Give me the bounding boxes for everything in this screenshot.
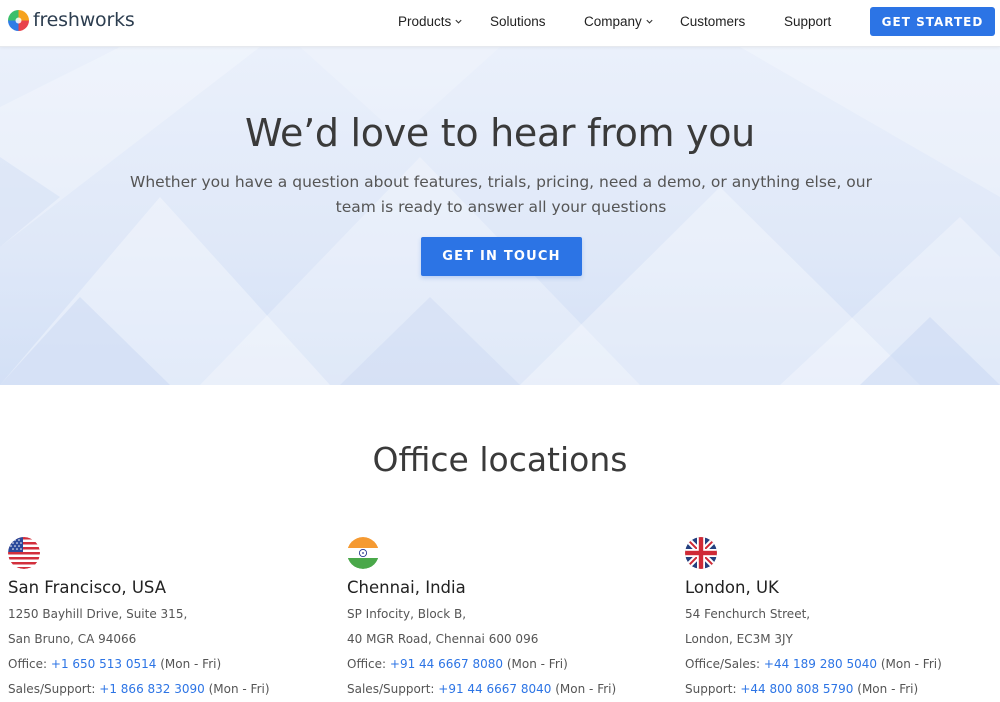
office-address-line1: 54 Fenchurch Street,: [685, 607, 811, 621]
freshworks-logo-icon: [8, 9, 29, 31]
nav-customers[interactable]: Customers: [680, 14, 745, 29]
logo-text: freshworks: [33, 9, 135, 31]
nav-company[interactable]: Company: [584, 14, 654, 29]
support-phone-line: Support: +44 800 808 5790 (Mon - Fri): [685, 678, 1000, 700]
support-phone-line: Sales/Support: +91 44 6667 8040 (Mon - F…: [347, 678, 667, 700]
nav-customers-label: Customers: [680, 14, 746, 29]
nav-support[interactable]: Support: [784, 14, 831, 29]
chevron-down-icon: [646, 19, 653, 24]
office-address-line2: San Bruno, CA 94066: [8, 632, 137, 646]
phone-hours: (Mon - Fri): [880, 657, 942, 671]
freshworks-logo[interactable]: freshworks: [8, 9, 135, 31]
nav-support-label: Support: [784, 14, 832, 29]
phone-label: Office:: [347, 657, 387, 671]
phone-label: Office:: [8, 657, 48, 671]
nav-company-label: Company: [584, 14, 642, 29]
support-phone-line: Sales/Support: +1 866 832 3090 (Mon - Fr…: [8, 678, 328, 700]
office-phone-link[interactable]: +44 189 280 5040: [764, 657, 877, 671]
office-phone-link[interactable]: +91 44 6667 8080: [390, 657, 503, 671]
phone-hours: (Mon - Fri): [555, 682, 617, 696]
chevron-down-icon: [455, 19, 462, 24]
office-address-line1: SP Infocity, Block B,: [347, 607, 467, 621]
office-phone-line: Office/Sales: +44 189 280 5040 (Mon - Fr…: [685, 653, 1000, 675]
phone-label: Office/Sales:: [685, 657, 761, 671]
office-card-london: London, UK 54 Fenchurch Street, London, …: [685, 537, 1000, 700]
phone-label: Sales/Support:: [347, 682, 435, 696]
site-header: freshworks Products Solutions Company Cu…: [0, 0, 1000, 47]
office-phone-link[interactable]: +1 650 513 0514: [51, 657, 156, 671]
nav-solutions-label: Solutions: [490, 14, 546, 29]
support-phone-link[interactable]: +44 800 808 5790: [740, 682, 853, 696]
uk-flag-icon: [685, 537, 717, 569]
office-card-chennai: Chennai, India SP Infocity, Block B, 40 …: [347, 537, 667, 700]
office-phone-line: Office: +91 44 6667 8080 (Mon - Fri): [347, 653, 667, 675]
us-flag-icon: [8, 537, 40, 569]
office-address-line2: 40 MGR Road, Chennai 600 096: [347, 632, 539, 646]
phone-label: Sales/Support:: [8, 682, 96, 696]
get-in-touch-button[interactable]: GET IN TOUCH: [421, 237, 582, 276]
support-phone-link[interactable]: +1 866 832 3090: [99, 682, 204, 696]
hero-title: We’d love to hear from you: [245, 111, 755, 155]
hero-section: We’d love to hear from you Whether you h…: [0, 47, 1000, 385]
phone-hours: (Mon - Fri): [506, 657, 568, 671]
office-address-line2: London, EC3M 3JY: [685, 632, 793, 646]
office-locations-title: Office locations: [372, 440, 628, 479]
office-phone-line: Office: +1 650 513 0514 (Mon - Fri): [8, 653, 328, 675]
phone-hours: (Mon - Fri): [857, 682, 919, 696]
nav-products-label: Products: [398, 14, 452, 29]
hero-subtitle: Whether you have a question about featur…: [130, 173, 872, 216]
office-name: San Francisco, USA: [8, 578, 166, 597]
nav-products[interactable]: Products: [398, 14, 463, 29]
office-name: Chennai, India: [347, 578, 466, 597]
get-started-button[interactable]: GET STARTED: [870, 7, 995, 36]
phone-label: Support:: [685, 682, 737, 696]
office-address-line1: 1250 Bayhill Drive, Suite 315,: [8, 607, 188, 621]
phone-hours: (Mon - Fri): [208, 682, 270, 696]
support-phone-link[interactable]: +91 44 6667 8040: [438, 682, 551, 696]
office-name: London, UK: [685, 578, 779, 597]
phone-hours: (Mon - Fri): [160, 657, 222, 671]
india-flag-icon: [347, 537, 379, 569]
office-card-san-francisco: San Francisco, USA 1250 Bayhill Drive, S…: [8, 537, 328, 700]
nav-solutions[interactable]: Solutions: [490, 14, 546, 29]
